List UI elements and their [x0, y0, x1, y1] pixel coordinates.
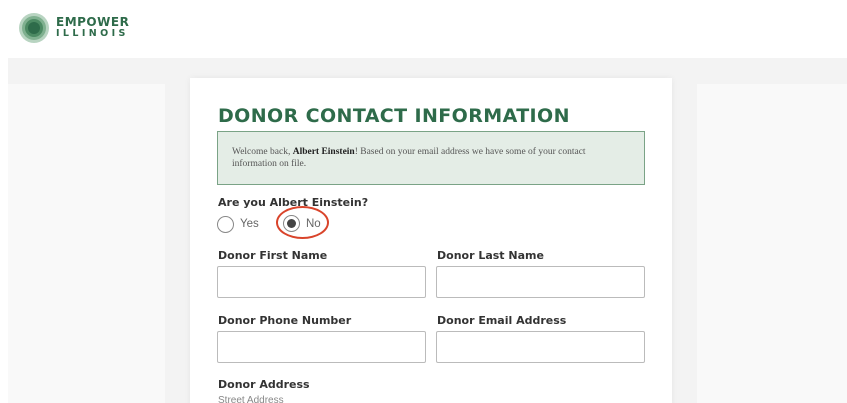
email-label: Donor Email Address	[437, 314, 567, 327]
phone-input[interactable]	[217, 331, 426, 363]
empower-illinois-logo[interactable]: EMPOWER ILLINOIS	[18, 12, 129, 44]
logo-text-line1: EMPOWER	[56, 15, 130, 29]
yes-radio[interactable]	[217, 215, 234, 233]
site-header: EMPOWER ILLINOIS	[0, 0, 847, 58]
welcome-notice: Welcome back, Albert Einstein! Based on …	[217, 131, 645, 185]
logo-icon	[18, 12, 50, 44]
phone-label: Donor Phone Number	[218, 314, 352, 327]
notice-name: Albert Einstein	[292, 147, 355, 157]
address-label: Donor Address	[218, 378, 310, 391]
identity-radio-group: Yes No	[217, 214, 321, 234]
yes-label: Yes	[240, 218, 259, 230]
last-name-label: Donor Last Name	[437, 249, 544, 262]
last-name-input[interactable]	[436, 266, 645, 298]
right-side-panel	[697, 84, 847, 403]
email-input[interactable]	[436, 331, 645, 363]
logo-text-line2: ILLINOIS	[56, 28, 129, 39]
donor-contact-form: DONOR CONTACT INFORMATION Welcome back, …	[190, 78, 672, 403]
left-side-panel	[8, 84, 165, 403]
first-name-label: Donor First Name	[218, 249, 328, 262]
first-name-input[interactable]	[217, 266, 426, 298]
radio-option-yes[interactable]: Yes	[217, 215, 259, 233]
notice-prefix: Welcome back,	[232, 147, 293, 157]
form-title: DONOR CONTACT INFORMATION	[218, 105, 570, 127]
no-option-highlight-circle	[276, 206, 329, 239]
street-address-label: Street Address	[218, 395, 284, 403]
